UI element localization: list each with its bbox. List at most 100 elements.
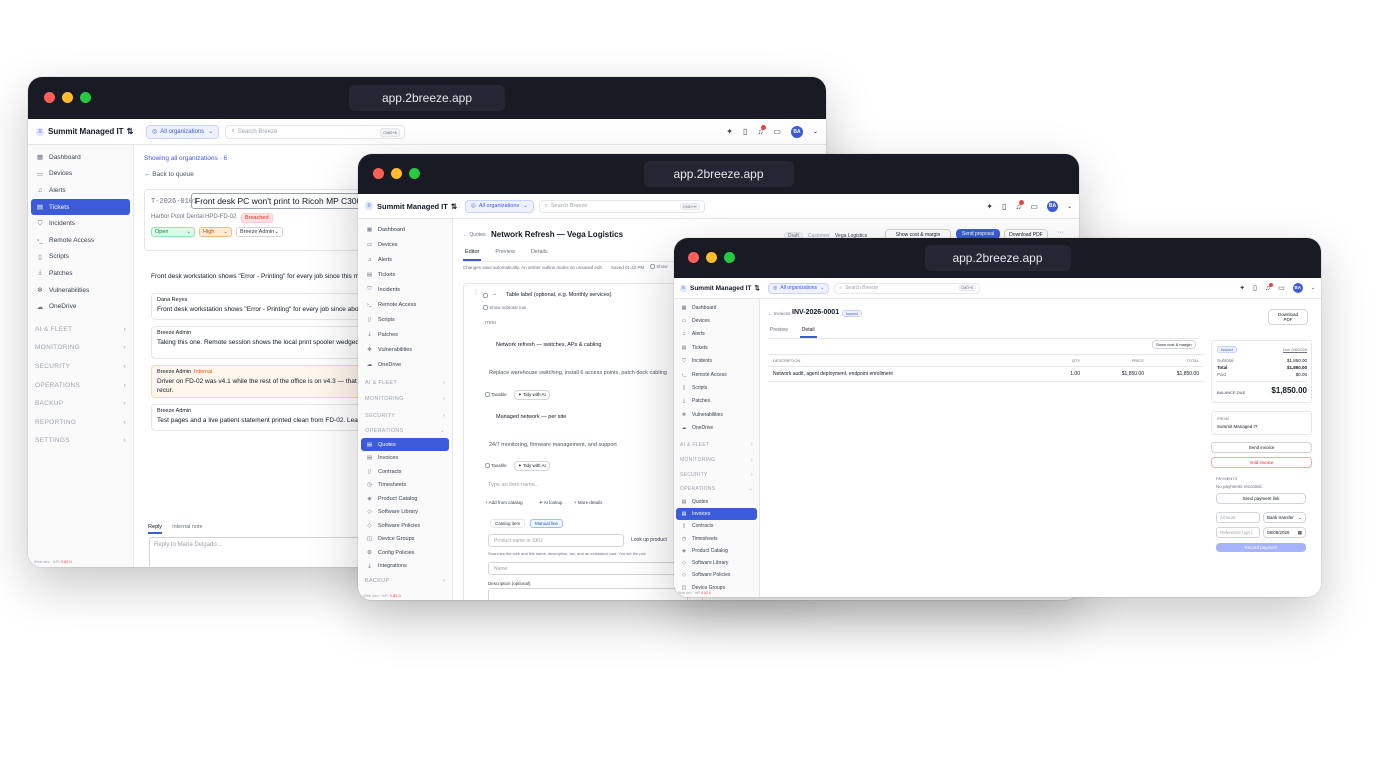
sidebar-item-alerts[interactable]: ♫ Alerts — [676, 328, 757, 341]
sidebar-item-invoices[interactable]: ▤ Invoices — [676, 507, 757, 521]
sidebar-item-devices[interactable]: ▭ Devices — [676, 314, 757, 327]
sparkle-icon[interactable]: ✦ — [986, 202, 993, 211]
sidebar-section-monitoring[interactable]: MONITORING › — [676, 452, 757, 467]
tidy-with-ai-button[interactable]: ✦ Tidy with AI — [514, 390, 550, 400]
internal-note-tab[interactable]: Internal note — [172, 524, 203, 534]
chevron-down-icon[interactable]: ⌄ — [1067, 203, 1072, 210]
sidebar-item-devices[interactable]: ▭ Devices — [31, 166, 130, 183]
sparkle-icon[interactable]: ✦ — [726, 127, 733, 136]
download-pdf-button[interactable]: Download PDF — [1268, 309, 1308, 325]
reply-tab[interactable]: Reply — [148, 524, 163, 534]
sidebar-item-alerts[interactable]: ♫ Alerts — [361, 252, 449, 267]
maximize-window-button[interactable] — [409, 168, 420, 179]
ticket-device[interactable]: HPD-FD-02 — [205, 214, 236, 220]
assignee-select[interactable]: Breeze Admin ⌄ — [236, 227, 283, 237]
minimize-window-button[interactable] — [391, 168, 402, 179]
sidebar-item-patches[interactable]: ⤓ Patches — [361, 327, 449, 342]
sidebar-section-security[interactable]: SECURITY › — [676, 467, 757, 482]
back-to-invoices-link[interactable]: ← Invoices — [768, 311, 790, 316]
bell-icon[interactable]: ♫ — [1265, 282, 1274, 292]
minimize-window-button[interactable] — [62, 92, 73, 103]
sidebar-item-software-policies[interactable]: ◇ Software Policies — [676, 569, 757, 581]
name-input[interactable]: Name — [488, 562, 688, 575]
sidebar-item-device-groups[interactable]: ◫ Device Groups — [361, 532, 449, 546]
payment-date-input[interactable]: 08/09/2026 ▦ — [1263, 527, 1306, 538]
sidebar-section-backup[interactable]: BACKUP › — [31, 394, 130, 413]
sidebar-item-patches[interactable]: ⤓ Patches — [31, 265, 130, 282]
table-checkbox[interactable] — [483, 293, 488, 298]
back-to-queue-link[interactable]: ← Back to queue — [144, 171, 194, 178]
manual-line-tab[interactable]: Manual line — [530, 519, 564, 528]
catalog-item-tab[interactable]: Catalog item — [490, 519, 526, 528]
monitor-icon[interactable]: ▭ — [773, 127, 781, 136]
sidebar-item-onedrive[interactable]: ☁ OneDrive — [676, 422, 757, 435]
sidebar-item-tickets[interactable]: ▤ Tickets — [676, 341, 757, 354]
table-label-input[interactable]: Table label (optional, e.g. Monthly serv… — [506, 292, 611, 298]
sidebar-item-remote-access[interactable]: ›_ Remote Access — [31, 232, 130, 249]
more-menu-button[interactable]: ··· — [1057, 229, 1064, 236]
line-item-description[interactable]: Replace warehouse switching, install 6 a… — [489, 370, 667, 376]
sidebar-section-backup[interactable]: BACKUP › — [361, 573, 449, 589]
showing-filter[interactable]: Showing all organizations · 6 — [144, 155, 227, 162]
switch-tenant-icon[interactable]: ⇅ — [451, 202, 457, 211]
description-textarea[interactable] — [488, 588, 688, 600]
switch-tenant-icon[interactable]: ⇅ — [127, 127, 134, 136]
book-icon[interactable]: ▯ — [743, 127, 747, 136]
url-bar[interactable]: app.2breeze.app — [349, 85, 505, 111]
close-window-button[interactable] — [44, 92, 55, 103]
show-cost-toggle[interactable]: Show cost & margin — [1152, 340, 1196, 349]
tab-preview[interactable]: Preview — [493, 247, 517, 261]
sidebar-section-monitoring[interactable]: MONITORING › — [31, 339, 130, 358]
amount-input[interactable]: Amount — [1216, 512, 1260, 523]
search-input[interactable]: ⌕ Search Breeze CMD+K — [538, 199, 705, 213]
sidebar-item-incidents[interactable]: ⛉ Incidents — [676, 355, 757, 368]
sidebar-item-timesheets[interactable]: ◷ Timesheets — [676, 532, 757, 544]
org-selector[interactable]: ◎ All organizations ⌄ — [146, 124, 220, 139]
chevron-down-icon[interactable]: ⌄ — [1311, 285, 1315, 291]
sidebar-item-product-catalog[interactable]: ◈ Product Catalog — [676, 545, 757, 557]
taxable-toggle[interactable]: Taxable — [485, 392, 507, 398]
sidebar-section-ai-and-fleet[interactable]: AI & FLEET › — [676, 437, 757, 452]
sidebar-item-invoices[interactable]: ▤ Invoices — [361, 451, 449, 465]
priority-select[interactable]: High ⌄ — [199, 227, 232, 237]
sidebar-item-contracts[interactable]: ▯ Contracts — [361, 465, 449, 479]
send-payment-link-button[interactable]: Send payment link — [1216, 493, 1306, 504]
look-up-product-button[interactable]: Look up product — [631, 537, 667, 543]
sidebar-item-scripts[interactable]: ▯ Scripts — [676, 381, 757, 394]
reply-textarea[interactable]: Reply to Maria Delgado... — [149, 537, 369, 567]
sidebar-section-operations[interactable]: OPERATIONS ⌄ — [361, 424, 449, 438]
close-window-button[interactable] — [688, 252, 699, 263]
sidebar-item-remote-access[interactable]: ›_ Remote Access — [361, 297, 449, 312]
taxable-toggle[interactable]: Taxable — [485, 463, 507, 469]
sidebar-item-vulnerabilities[interactable]: ✻ Vulnerabilities — [676, 408, 757, 421]
more-details-button[interactable]: + More details — [574, 500, 602, 505]
sidebar-section-ai-and-fleet[interactable]: AI & FLEET › — [361, 375, 449, 391]
url-bar[interactable]: app.2breeze.app — [924, 245, 1071, 271]
sidebar-item-software-library[interactable]: ◇ Software Library — [361, 505, 449, 519]
chevron-down-icon[interactable]: ⌄ — [813, 128, 818, 135]
org-selector[interactable]: ◎ All organizations ⌄ — [768, 282, 830, 294]
search-input[interactable]: ⌕ Search Breeze CMD+K — [225, 124, 406, 139]
sidebar-section-ai-and-fleet[interactable]: AI & FLEET › — [31, 320, 130, 339]
search-input[interactable]: ⌕ Search Breeze CMD+K — [834, 282, 981, 294]
bell-icon[interactable]: ♫ — [1015, 199, 1025, 211]
monitor-icon[interactable]: ▭ — [1030, 202, 1038, 211]
sidebar-section-monitoring[interactable]: MONITORING › — [361, 391, 449, 407]
add-from-catalog-button[interactable]: + Add from catalog — [485, 500, 523, 505]
sidebar-item-config-policies[interactable]: ⚙ Config Policies — [361, 546, 449, 560]
line-item-description[interactable]: 24/7 monitoring, firmware management, an… — [489, 442, 617, 448]
sidebar-item-devices[interactable]: ▭ Devices — [361, 237, 449, 252]
avatar[interactable]: BA — [790, 125, 803, 138]
sidebar-item-vulnerabilities[interactable]: ✻ Vulnerabilities — [361, 342, 449, 357]
product-input[interactable]: Product name or SKU — [488, 534, 624, 547]
tab-details[interactable]: Details — [529, 247, 550, 261]
send-invoice-button[interactable]: Send invoice — [1211, 442, 1312, 453]
line-item-name[interactable]: Managed network — per site — [496, 414, 566, 420]
sidebar-item-remote-access[interactable]: ›_ Remote Access — [676, 368, 757, 381]
void-invoice-button[interactable]: Void invoice — [1211, 457, 1312, 468]
back-to-quotes-link[interactable]: ← Quotes — [463, 232, 486, 238]
record-payment-button[interactable]: Record payment — [1216, 543, 1306, 552]
close-window-button[interactable] — [373, 168, 384, 179]
status-select[interactable]: Open ⌄ — [151, 227, 195, 237]
maximize-window-button[interactable] — [80, 92, 91, 103]
